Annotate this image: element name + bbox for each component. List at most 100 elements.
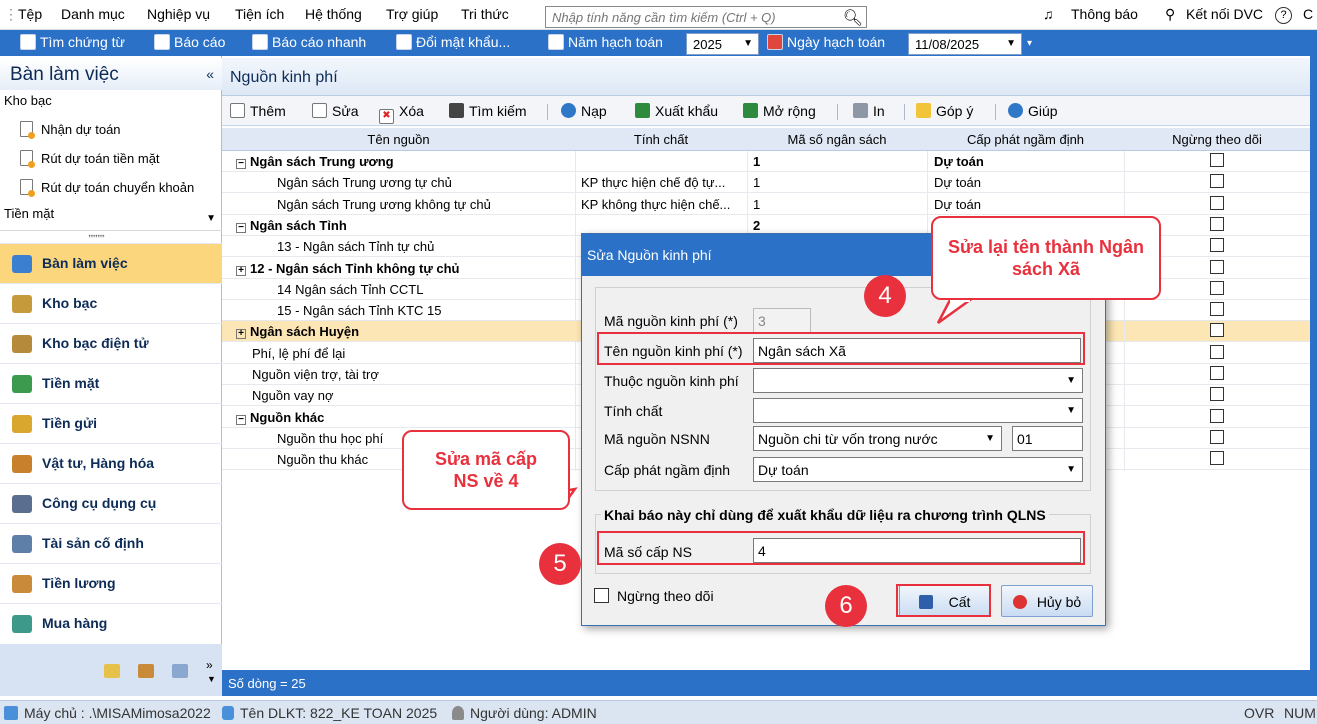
nav-tien-gui[interactable]: Tiền gửi — [0, 403, 222, 443]
more-icon[interactable]: » — [206, 658, 213, 672]
load-button[interactable]: Nạp — [561, 103, 607, 119]
stop-tracking-checkbox[interactable] — [1210, 259, 1224, 274]
feedback-button[interactable]: Góp ý — [916, 103, 973, 119]
main-title-bar: Nguồn kinh phí — [222, 58, 1310, 96]
cancel-button[interactable]: Hủy bỏ — [1001, 585, 1093, 617]
nav-tai-san-co-dinh[interactable]: Tài sản cố định — [0, 523, 222, 563]
col-header-tinh-chat[interactable]: Tính chất — [575, 132, 747, 147]
cell-text: Ngân sách Huyện — [250, 324, 360, 340]
stop-tracking-checkbox[interactable] — [1210, 153, 1224, 167]
splitter-grip[interactable]: ,,,,,,,,, — [88, 228, 105, 239]
expand-icon[interactable]: + — [236, 265, 246, 276]
collapse-icon[interactable]: − — [236, 414, 246, 425]
print-label: In — [873, 103, 885, 119]
stop-tracking-checkbox[interactable] — [1210, 344, 1224, 359]
cell-cap-phat: Dự toán — [934, 154, 984, 169]
printer-icon — [853, 103, 868, 118]
chevron-down-icon[interactable]: ▼ — [207, 674, 216, 684]
table-row[interactable]: Ngân sách Trung ương không tự chủ KP khôn… — [222, 194, 1310, 215]
stop-tracking-checkbox[interactable] — [1210, 302, 1224, 317]
briefcase-icon[interactable] — [138, 664, 154, 678]
nav-tien-luong[interactable]: Tiền lương — [0, 563, 222, 603]
nav-cong-cu-dung-cu[interactable]: Công cụ dụng cụ — [0, 483, 222, 523]
menu-item-tri-thuc[interactable]: Tri thức — [461, 6, 509, 22]
link-nhan-du-toan[interactable]: Nhận dự toán — [20, 121, 121, 139]
stop-tracking-checkbox[interactable] — [594, 588, 609, 603]
section-tien-mat-dropdown[interactable]: Tiền mặt ▼ — [0, 205, 222, 231]
menu-item-tien-ich[interactable]: Tiện ích — [235, 6, 284, 22]
stop-tracking-checkbox[interactable] — [1210, 280, 1224, 295]
quick-report-button[interactable]: Báo cáo nhanh — [252, 34, 366, 50]
help-button[interactable]: Giúp — [1008, 103, 1058, 119]
col-header-ma-so[interactable]: Mã số ngân sách — [747, 132, 927, 147]
stop-tracking-checkbox[interactable] — [1210, 408, 1224, 423]
fiscal-year-text: Năm hạch toán — [568, 34, 663, 50]
menu-item-nghiep-vu[interactable]: Nghiệp vụ — [147, 6, 210, 22]
find-button[interactable]: Tìm kiếm — [449, 103, 527, 119]
table-row[interactable]: − Ngân sách Trung ương 1 Dự toán — [222, 151, 1310, 172]
fiscal-year-select[interactable]: 2025 ▼ — [686, 33, 759, 55]
menu-item-danh-muc[interactable]: Danh mục — [61, 6, 125, 22]
table-row[interactable]: Ngân sách Trung ương tự chủ KP thực hiện … — [222, 172, 1310, 194]
nav-mua-hang[interactable]: Mua hàng — [0, 603, 222, 643]
nav-vat-tu-hang-hoa[interactable]: Vật tư, Hàng hóa — [0, 443, 222, 483]
right-scroll-strip[interactable] — [1310, 56, 1317, 696]
mail-icon[interactable] — [104, 664, 120, 678]
stop-tracking-checkbox[interactable] — [1210, 451, 1224, 466]
nav-tien-mat[interactable]: Tiền mặt — [0, 363, 222, 403]
menu-truncated-item[interactable]: C — [1303, 6, 1313, 22]
search-icon[interactable]: 🔍︎ — [843, 8, 863, 28]
feature-search-input[interactable] — [546, 7, 836, 27]
expand-icon[interactable]: + — [236, 329, 246, 340]
col-header-ngung[interactable]: Ngừng theo dõi — [1124, 132, 1310, 147]
notification-button[interactable]: Thông báo — [1071, 6, 1138, 22]
stop-tracking-checkbox[interactable] — [1210, 323, 1224, 338]
cell-text: 15 - Ngân sách Tỉnh KTC 15 — [277, 303, 442, 319]
collapse-icon[interactable]: − — [236, 159, 246, 169]
edit-label: Sửa — [332, 103, 359, 119]
search-docs-button[interactable]: Tìm chứng từ — [20, 34, 125, 50]
stop-tracking-checkbox[interactable] — [1210, 174, 1224, 189]
stop-tracking-checkbox[interactable] — [1210, 216, 1224, 231]
add-button[interactable]: Thêm — [230, 103, 286, 119]
num-indicator: NUM — [1284, 705, 1316, 721]
page-title: Nguồn kinh phí — [230, 69, 338, 86]
menu-item-he-thong[interactable]: Hệ thống — [305, 6, 362, 22]
menu-item-tep[interactable]: Tệp — [18, 6, 42, 22]
stop-tracking-checkbox[interactable] — [1210, 387, 1224, 402]
key-icon — [396, 34, 412, 50]
stop-tracking-checkbox[interactable] — [1210, 238, 1224, 253]
report-button[interactable]: Báo cáo — [154, 34, 225, 50]
change-password-button[interactable]: Đổi mật khẩu... — [396, 34, 510, 50]
stop-tracking-checkbox[interactable] — [1210, 195, 1224, 210]
delete-button[interactable]: ✖ Xóa — [379, 103, 424, 124]
nav-label: Mua hàng — [42, 615, 108, 631]
nav-kho-bac[interactable]: Kho bạc — [0, 283, 222, 323]
export-button[interactable]: Xuất khẩu — [635, 103, 718, 119]
bell-icon[interactable]: ♫ — [1043, 6, 1054, 22]
nav-kho-bac-dien-tu[interactable]: Kho bạc điện tử — [0, 323, 222, 363]
calendar-icon — [767, 34, 783, 50]
expand-button[interactable]: Mở rộng — [743, 103, 816, 119]
collapse-icon[interactable]: − — [236, 222, 246, 233]
left-panel-title: Bàn làm việc — [10, 64, 119, 85]
link-rut-du-toan-chuyen-khoan[interactable]: Rút dự toán chuyển khoản — [20, 179, 194, 197]
edit-icon[interactable] — [172, 664, 188, 678]
connect-dvc-button[interactable]: Kết nối DVC — [1186, 6, 1263, 22]
stop-tracking-checkbox[interactable] — [1210, 429, 1224, 444]
link-rut-du-toan-tien-mat[interactable]: Rút dự toán tiền mặt — [20, 150, 160, 168]
posting-date-picker[interactable]: 11/08/2025 ▼ — [908, 33, 1022, 55]
help-icon[interactable]: ? — [1275, 7, 1292, 24]
collapse-icon[interactable]: « — [206, 66, 214, 82]
left-panel-footer: » ▼ — [0, 644, 222, 696]
edit-button[interactable]: Sửa — [312, 103, 359, 119]
load-label: Nạp — [581, 103, 607, 119]
stop-tracking-checkbox[interactable] — [1210, 366, 1224, 380]
grip-icon: ⋮ — [4, 6, 18, 22]
col-header-ten-nguon[interactable]: Tên nguồn — [222, 132, 575, 147]
print-button[interactable]: In — [853, 103, 885, 119]
nav-ban-lam-viec[interactable]: Bàn làm việc — [0, 243, 222, 283]
toolbar-overflow-icon[interactable]: ▾ — [1027, 38, 1032, 49]
col-header-cap-phat[interactable]: Cấp phát ngầm định — [927, 132, 1124, 147]
menu-item-tro-giup[interactable]: Trợ giúp — [386, 6, 438, 22]
